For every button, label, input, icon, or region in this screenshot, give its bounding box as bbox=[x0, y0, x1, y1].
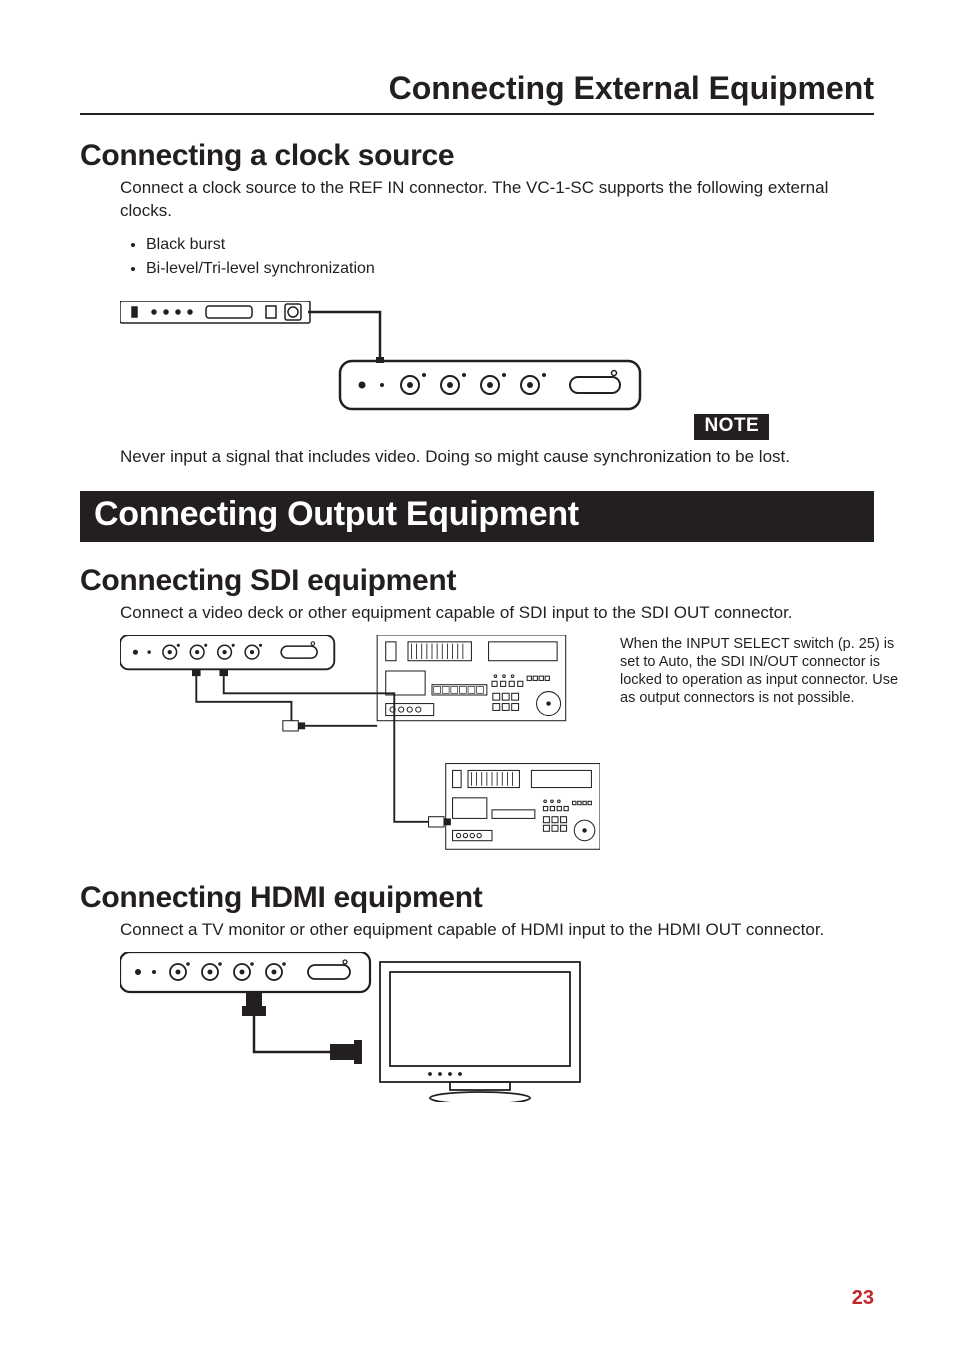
bullet-item: Bi-level/Tri-level synchronization bbox=[146, 257, 874, 281]
output-equipment-heading: Connecting Output Equipment bbox=[80, 491, 874, 542]
note-label: NOTE bbox=[694, 414, 769, 440]
hdmi-diagram bbox=[120, 952, 620, 1102]
sdi-side-note: When the INPUT SELECT switch (p. 25) is … bbox=[620, 635, 900, 708]
clock-diagram bbox=[120, 301, 650, 421]
sdi-diagram bbox=[120, 635, 600, 858]
sdi-heading: Connecting SDI equipment bbox=[80, 564, 874, 598]
bullet-item: Black burst bbox=[146, 233, 874, 257]
page-number: 23 bbox=[852, 1287, 874, 1310]
sdi-intro: Connect a video deck or other equipment … bbox=[120, 602, 874, 625]
page-header-title: Connecting External Equipment bbox=[80, 70, 874, 107]
note-text: Never input a signal that includes video… bbox=[120, 446, 874, 469]
section-clock-intro: Connect a clock source to the REF IN con… bbox=[120, 177, 874, 223]
clock-bullets: Black burst Bi-level/Tri-level synchroni… bbox=[130, 233, 874, 281]
section-clock-heading: Connecting a clock source bbox=[80, 139, 874, 173]
hdmi-heading: Connecting HDMI equipment bbox=[80, 881, 874, 915]
header-divider bbox=[80, 113, 874, 115]
hdmi-intro: Connect a TV monitor or other equipment … bbox=[120, 919, 874, 942]
